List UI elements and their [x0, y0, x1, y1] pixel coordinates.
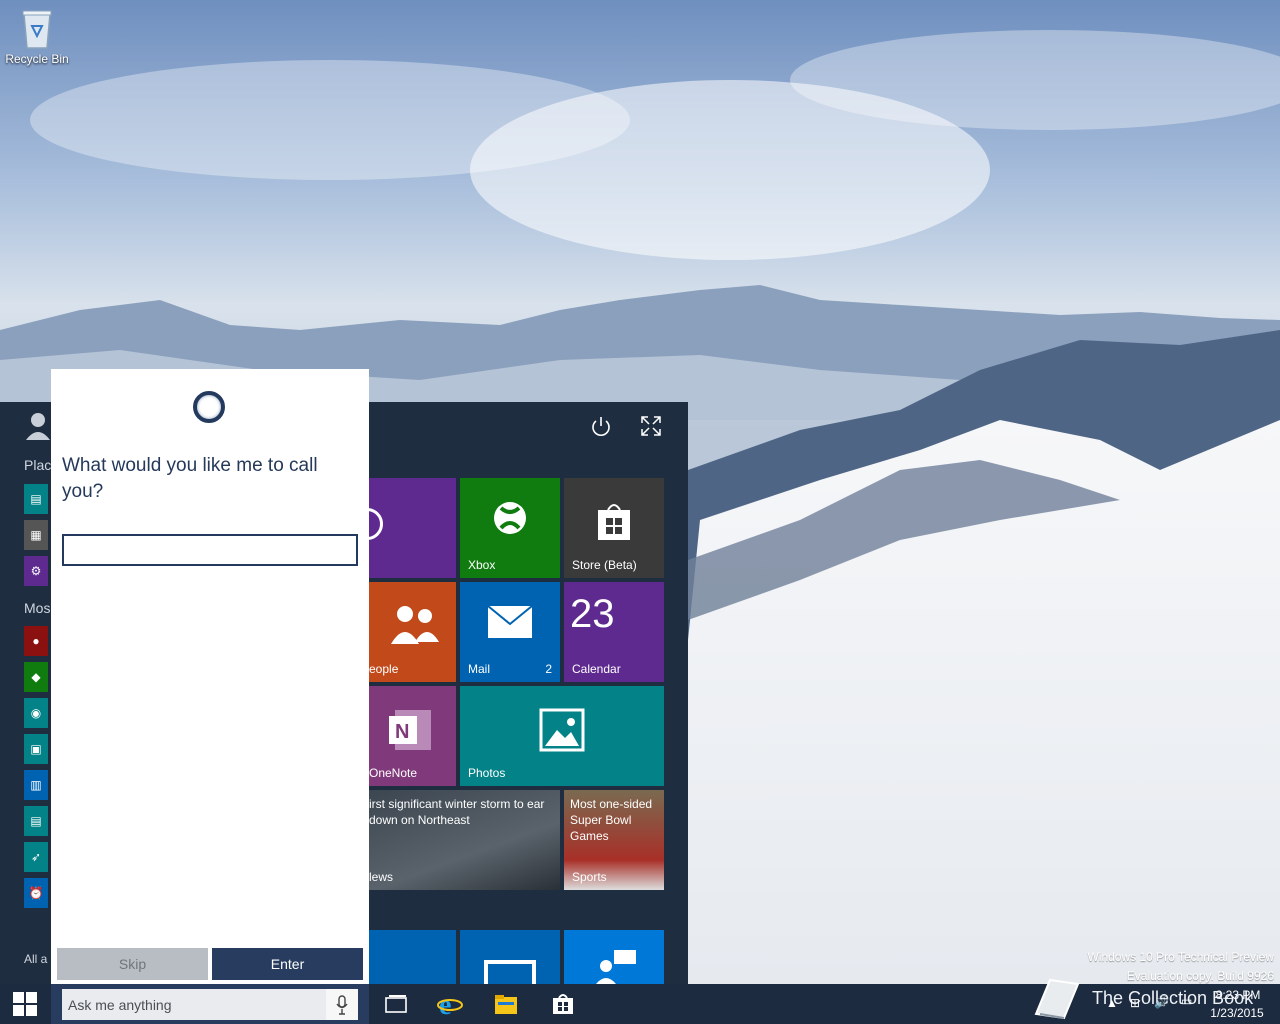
tile-store-label: Store (Beta)	[572, 558, 637, 572]
enter-button[interactable]: Enter	[212, 948, 363, 980]
cortana-panel: What would you like me to call you? Skip…	[51, 369, 369, 984]
internet-explorer-icon[interactable]: e	[436, 990, 464, 1018]
microphone-icon[interactable]	[326, 989, 358, 1020]
name-input[interactable]	[62, 534, 358, 566]
onenote-icon: N	[369, 708, 456, 755]
tile-onenote[interactable]: N OneNote	[369, 686, 456, 786]
places-section-label: Plac	[24, 457, 52, 473]
store-bag-icon	[564, 500, 664, 547]
start-button[interactable]	[0, 984, 50, 1024]
store-taskbar-icon[interactable]	[549, 990, 577, 1018]
tile-photos-label: Photos	[468, 766, 506, 780]
tile-bottom-2[interactable]	[460, 930, 560, 984]
sports-headline: Most one-sided Super Bowl Games	[570, 797, 653, 843]
cortana-question: What would you like me to call you?	[62, 455, 318, 502]
settings-gear-icon[interactable]: ⚙	[24, 556, 48, 586]
user-avatar-icon[interactable]	[24, 410, 52, 440]
tile-mail-label: Mail	[468, 662, 491, 676]
file-explorer-taskbar-icon[interactable]	[492, 990, 520, 1018]
app-icon-2[interactable]: ◆	[24, 662, 48, 692]
bottom-tile-icon	[484, 960, 536, 984]
people-icon	[369, 604, 456, 647]
recycle-bin-label: Recycle Bin	[5, 52, 69, 66]
clock-date[interactable]: 1/23/2015	[1206, 1006, 1268, 1020]
build-watermark-line1: Windows 10 Pro Technical Preview	[1087, 950, 1274, 964]
cortana-logo-icon	[193, 391, 225, 423]
tile-news-label: lews	[369, 870, 394, 884]
svg-text:e: e	[439, 991, 451, 1017]
taskbar: e The Collection Book ▲ ⊞ 🔊 ▭ 8:23 PM 1/…	[0, 978, 1280, 1024]
xbox-icon	[460, 500, 560, 539]
documents-icon[interactable]: ▦	[24, 520, 48, 550]
tile-mail[interactable]: Mail 2	[460, 582, 560, 682]
app-icon-3[interactable]: ◉	[24, 698, 48, 728]
recycle-bin-icon	[20, 6, 54, 50]
tile-xbox-label: Xbox	[468, 558, 496, 572]
search-box-area	[51, 984, 369, 1024]
build-watermark-line2: Evaluation copy. Build 9926	[1126, 969, 1274, 983]
alarm-clock-icon[interactable]: ⏰	[24, 878, 48, 908]
tile-people-label: eople	[369, 662, 399, 676]
tile-calendar-label: Calendar	[572, 662, 621, 676]
action-center-icon[interactable]: ▭	[1181, 994, 1192, 1008]
news-headline: irst significant winter storm to ear dow…	[369, 797, 545, 827]
file-explorer-icon[interactable]: ▤	[24, 484, 48, 514]
all-apps-link[interactable]: All a	[24, 952, 47, 966]
book-logo-icon	[1030, 974, 1082, 1023]
expand-icon[interactable]	[639, 414, 663, 438]
svg-text:N: N	[395, 721, 409, 743]
app-icon-6[interactable]: ▤	[24, 806, 48, 836]
tile-xbox[interactable]: Xbox	[460, 478, 560, 578]
network-icon[interactable]: ⊞	[1130, 996, 1140, 1010]
tile-onenote-label: OneNote	[369, 766, 418, 780]
feedback-icon	[596, 950, 636, 984]
app-icon-1[interactable]: ●	[24, 626, 48, 656]
skip-button[interactable]: Skip	[57, 948, 208, 980]
tile-sports-label: Sports	[572, 870, 607, 884]
task-view-icon[interactable]	[382, 990, 410, 1018]
mail-envelope-icon	[460, 604, 560, 643]
mail-unread-count: 2	[545, 662, 552, 676]
tile-sports[interactable]: Most one-sided Super Bowl Games Sports	[564, 790, 664, 890]
app-icon-5[interactable]: ▥	[24, 770, 48, 800]
tile-cortana-partial[interactable]	[369, 478, 456, 578]
app-icon-7[interactable]: ➶	[24, 842, 48, 872]
app-icon-4[interactable]: ▣	[24, 734, 48, 764]
volume-icon[interactable]: 🔊	[1154, 995, 1169, 1009]
tile-people[interactable]: eople	[369, 582, 456, 682]
recycle-bin-shortcut[interactable]: Recycle Bin	[4, 6, 70, 66]
windows-logo-icon	[13, 992, 37, 1016]
show-hidden-icons-chevron-icon[interactable]: ▲	[1106, 996, 1118, 1010]
tile-news[interactable]: irst significant winter storm to ear dow…	[369, 790, 560, 890]
tile-calendar[interactable]: 23 Calendar	[564, 582, 664, 682]
most-used-section-label: Mos	[24, 600, 51, 616]
search-input[interactable]	[62, 989, 326, 1020]
calendar-day-number: 23	[570, 592, 615, 636]
photos-icon	[460, 708, 664, 755]
tile-bottom-3[interactable]	[564, 930, 664, 984]
tile-store[interactable]: Store (Beta)	[564, 478, 664, 578]
power-icon[interactable]	[589, 414, 613, 438]
clock-time[interactable]: 8:23 PM	[1208, 988, 1268, 1002]
tile-photos[interactable]: Photos	[460, 686, 664, 786]
tile-bottom-1[interactable]	[369, 930, 456, 984]
